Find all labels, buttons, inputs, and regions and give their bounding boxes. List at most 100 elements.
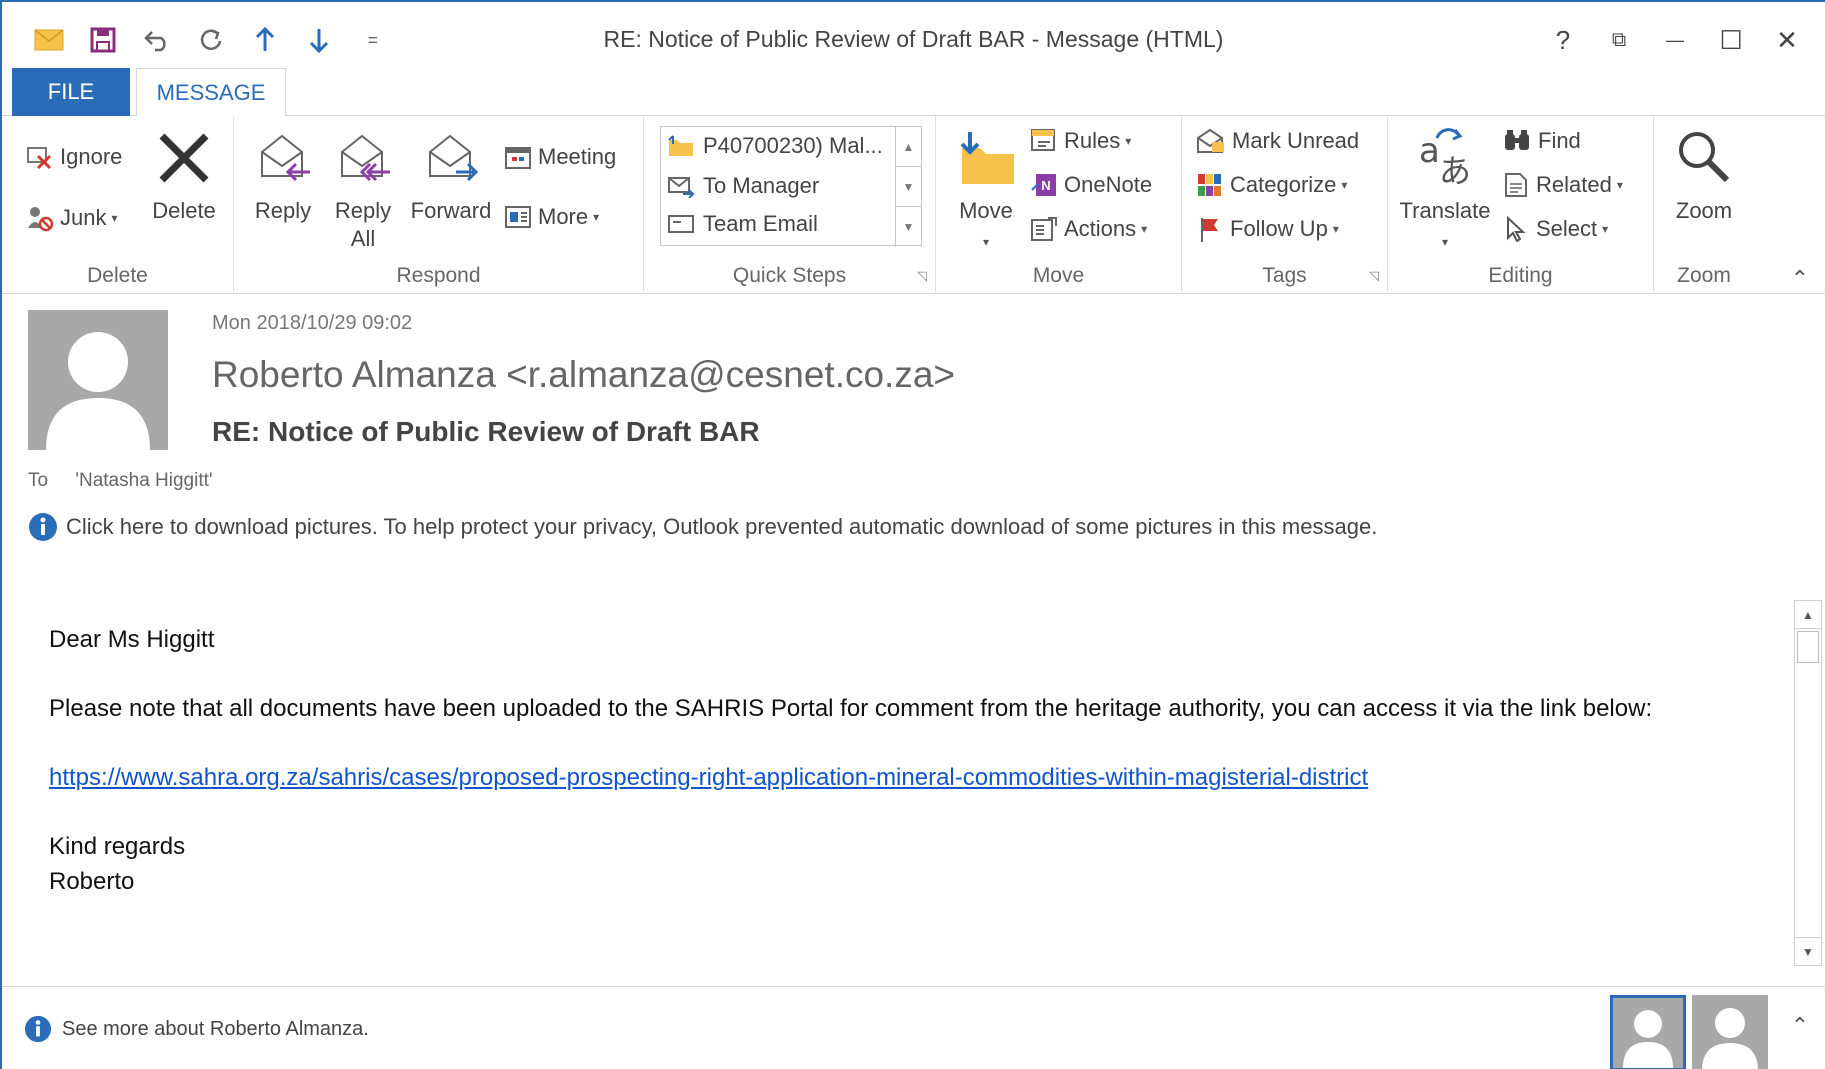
info-icon: [28, 512, 58, 542]
respond-group: Reply Reply All Forward Meeting More ▾ R…: [234, 116, 644, 294]
rules-button[interactable]: Rules ▾: [1030, 128, 1131, 154]
delete-group-label: Delete: [87, 264, 148, 287]
ignore-button[interactable]: Ignore: [26, 144, 122, 170]
junk-icon: [26, 204, 54, 232]
scroll-thumb[interactable]: [1797, 631, 1819, 663]
ribbon-tabs: FILE MESSAGE: [2, 68, 1825, 117]
more-icon: [504, 204, 532, 230]
people-pane-avatar[interactable]: [1692, 995, 1768, 1069]
quick-step-item[interactable]: P40700230) Mal...: [667, 133, 883, 159]
delete-group: Ignore Junk ▾ Delete Delete: [2, 116, 234, 294]
delete-button[interactable]: Delete: [142, 130, 226, 225]
to-label: To: [28, 470, 49, 491]
ribbon-display-options-button[interactable]: ⧉: [1591, 18, 1647, 62]
recipient-name[interactable]: 'Natasha Higgitt': [75, 470, 212, 491]
reply-all-icon: [328, 128, 398, 193]
team-email-icon: [667, 213, 695, 235]
quick-step-item[interactable]: To Manager: [667, 173, 819, 199]
zoom-group-label: Zoom: [1677, 264, 1731, 287]
reply-all-button[interactable]: Reply All: [328, 128, 398, 253]
editing-group: aあ Translate ▾ Find Related ▾ Select ▾ E…: [1388, 116, 1654, 294]
move-group-label: Move: [1032, 264, 1085, 287]
sender-name[interactable]: Roberto Almanza <r.almanza@cesnet.co.za>: [212, 354, 955, 396]
more-respond-button[interactable]: More ▾: [504, 204, 599, 230]
mark-unread-button[interactable]: Mark Unread: [1196, 128, 1359, 154]
maximize-button[interactable]: ☐: [1703, 18, 1759, 62]
editing-group-label: Editing: [1488, 264, 1553, 287]
related-icon: [1502, 172, 1530, 198]
binoculars-icon: [1502, 128, 1532, 154]
quick-steps-more-icon[interactable]: ▼: [896, 207, 921, 247]
quick-step-item[interactable]: Team Email: [667, 211, 818, 237]
minimize-button[interactable]: —: [1647, 18, 1703, 62]
mark-unread-icon: [1196, 128, 1226, 154]
scroll-down-icon[interactable]: ▼: [1795, 937, 1821, 965]
sender-avatar[interactable]: [28, 310, 168, 450]
translate-icon: aあ: [1398, 126, 1492, 193]
closing: Kind regards: [49, 833, 186, 860]
close-button[interactable]: ✕: [1759, 18, 1815, 62]
zoom-group: Zoom Zoom: [1654, 116, 1754, 294]
people-pane-info[interactable]: See more about Roberto Almanza.: [24, 1015, 369, 1043]
tab-message[interactable]: MESSAGE: [136, 68, 286, 117]
quick-steps-group-label: Quick Steps: [732, 264, 847, 287]
quick-steps-scroll-up-icon[interactable]: ▲: [896, 127, 921, 167]
tags-group-label: Tags: [1262, 264, 1307, 287]
reply-icon: [248, 128, 318, 193]
people-pane: See more about Roberto Almanza. ⌃: [2, 986, 1825, 1069]
svg-text:N: N: [1041, 178, 1050, 193]
tags-launcher-icon[interactable]: ◹: [1369, 268, 1379, 284]
meeting-button[interactable]: Meeting: [504, 144, 616, 170]
tags-group: Mark Unread Categorize ▾ Follow Up ▾ Tags …: [1182, 116, 1388, 294]
recipients-line: To 'Natasha Higgitt': [28, 470, 213, 492]
junk-button[interactable]: Junk ▾: [26, 204, 118, 232]
forward-button[interactable]: Forward: [406, 128, 496, 225]
respond-group-label: Respond: [396, 264, 481, 287]
move-folder-icon: [950, 130, 1022, 193]
people-pane-avatar[interactable]: [1610, 995, 1686, 1069]
window-controls: ? ⧉ — ☐ ✕: [1535, 18, 1815, 62]
translate-button[interactable]: aあ Translate ▾: [1398, 126, 1492, 256]
quick-steps-scroll-down-icon[interactable]: ▼: [896, 167, 921, 207]
quick-steps-scroll: ▲ ▼ ▼: [895, 127, 921, 247]
move-group: Move ▾ Rules ▾ N OneNote Actions ▾ Move: [936, 116, 1182, 294]
move-button[interactable]: Move ▾: [950, 130, 1022, 256]
follow-up-button[interactable]: Follow Up ▾: [1196, 216, 1339, 242]
quick-steps-launcher-icon[interactable]: ◹: [917, 268, 927, 284]
folder-icon: [667, 134, 695, 158]
to-manager-icon: [667, 174, 695, 198]
zoom-button[interactable]: Zoom: [1660, 128, 1748, 225]
rules-icon: [1030, 128, 1058, 154]
signature: Roberto: [49, 868, 135, 895]
greeting: Dear Ms Higgitt: [49, 626, 215, 653]
tab-file[interactable]: FILE: [12, 68, 130, 116]
reply-button[interactable]: Reply: [248, 128, 318, 225]
onenote-button[interactable]: N OneNote: [1030, 172, 1152, 198]
cursor-icon: [1502, 216, 1530, 242]
download-pictures-infobar[interactable]: Click here to download pictures. To help…: [28, 512, 1377, 542]
scroll-up-icon[interactable]: ▲: [1795, 601, 1821, 629]
ribbon: Ignore Junk ▾ Delete Delete Reply Reply …: [2, 116, 1825, 294]
delete-icon: [142, 130, 226, 193]
find-button[interactable]: Find: [1502, 128, 1581, 154]
magnifier-icon: [1660, 128, 1748, 193]
sent-date: Mon 2018/10/29 09:02: [212, 312, 413, 334]
message-body: Dear Ms Higgitt Please note that all doc…: [49, 622, 1749, 899]
people-pane-toggle-icon[interactable]: ⌃: [1791, 1013, 1809, 1039]
info-icon: [24, 1015, 52, 1043]
sahris-link[interactable]: https://www.sahra.org.za/sahris/cases/pr…: [49, 764, 1368, 791]
svg-text:あ: あ: [1439, 152, 1471, 186]
message-scrollbar[interactable]: ▲ ▼: [1794, 600, 1822, 966]
help-button[interactable]: ?: [1535, 18, 1591, 62]
collapse-ribbon-icon[interactable]: ⌃: [1791, 266, 1809, 292]
select-button[interactable]: Select ▾: [1502, 216, 1608, 242]
actions-icon: [1030, 216, 1058, 242]
related-button[interactable]: Related ▾: [1502, 172, 1623, 198]
body-paragraph: Please note that all documents have been…: [49, 695, 1653, 722]
flag-icon: [1196, 216, 1224, 242]
actions-button[interactable]: Actions ▾: [1030, 216, 1147, 242]
categorize-button[interactable]: Categorize ▾: [1196, 172, 1347, 198]
meeting-icon: [504, 144, 532, 170]
outlook-message-window: = RE: Notice of Public Review of Draft B…: [0, 0, 1825, 1069]
categorize-icon: [1196, 172, 1224, 198]
